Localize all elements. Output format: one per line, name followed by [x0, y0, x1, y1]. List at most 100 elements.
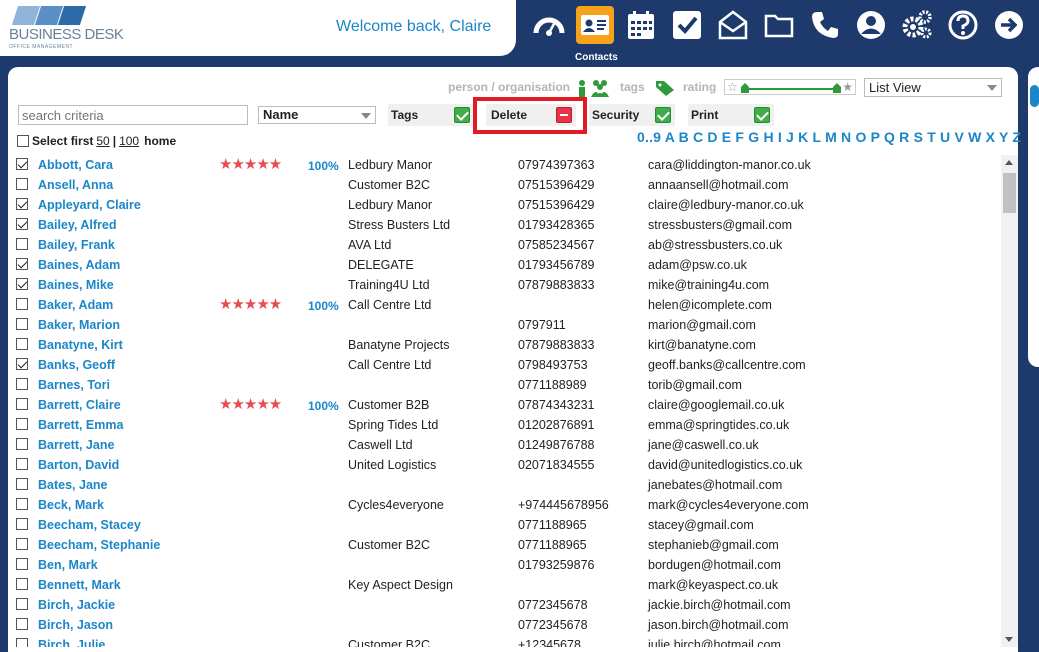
contact-name[interactable]: Barnes, Tori — [38, 375, 110, 395]
row-checkbox[interactable] — [16, 238, 28, 250]
table-row[interactable]: Bates, Jane janebates@hotmail.com — [16, 475, 1000, 495]
select-all-checkbox[interactable] — [17, 135, 29, 147]
contact-name[interactable]: Beecham, Stephanie — [38, 535, 160, 555]
table-row[interactable]: Ansell, Anna Customer B2C 07515396429 annaa… — [16, 175, 1000, 195]
tasks-icon[interactable] — [668, 6, 706, 44]
row-checkbox[interactable] — [16, 618, 28, 630]
row-checkbox[interactable] — [16, 418, 28, 430]
security-toggle[interactable]: Security — [589, 104, 675, 126]
row-checkbox[interactable] — [16, 578, 28, 590]
table-row[interactable]: Birch, Julie Customer B2C +12345678 julie.b… — [16, 635, 1000, 647]
select-first-50-link[interactable]: 50 — [96, 134, 109, 148]
mail-icon[interactable] — [714, 6, 752, 44]
settings-icon[interactable] — [898, 6, 936, 44]
table-row[interactable]: Beecham, Stacey 0771188965 stacey@gmail.co… — [16, 515, 1000, 535]
contact-name[interactable]: Birch, Jackie — [38, 595, 115, 615]
view-mode-select[interactable]: List View — [864, 78, 1002, 97]
table-row[interactable]: Appleyard, Claire Ledbury Manor 0751539642… — [16, 195, 1000, 215]
row-checkbox[interactable] — [16, 158, 28, 170]
contact-name[interactable]: Abbott, Cara — [38, 155, 113, 175]
table-row[interactable]: Bailey, Frank AVA Ltd 07585234567 ab@stress… — [16, 235, 1000, 255]
home-link[interactable]: home — [144, 134, 176, 148]
alphabet-index[interactable]: 0..9 A B C D E F G H I J K L M N O P Q R… — [637, 129, 1021, 145]
rating-min-handle[interactable] — [741, 83, 749, 93]
row-checkbox[interactable] — [16, 378, 28, 390]
contact-name[interactable]: Ansell, Anna — [38, 175, 113, 195]
row-checkbox[interactable] — [16, 298, 28, 310]
table-row[interactable]: Abbott, Cara ★★★★★ 100% Ledbury Manor 079743… — [16, 155, 1000, 175]
table-row[interactable]: Beck, Mark Cycles4everyone +974445678956 ma… — [16, 495, 1000, 515]
contact-name[interactable]: Beecham, Stacey — [38, 515, 141, 535]
checked-icon[interactable] — [754, 107, 770, 123]
row-checkbox[interactable] — [16, 218, 28, 230]
table-row[interactable]: Baines, Mike Training4U Ltd 07879883833 mik… — [16, 275, 1000, 295]
checked-icon[interactable] — [454, 107, 470, 123]
table-row[interactable]: Baines, Adam DELEGATE 01793456789 adam@psw.… — [16, 255, 1000, 275]
help-icon[interactable] — [944, 6, 982, 44]
row-checkbox[interactable] — [16, 358, 28, 370]
contact-name[interactable]: Bennett, Mark — [38, 575, 121, 595]
contact-name[interactable]: Barrett, Jane — [38, 435, 114, 455]
sort-select[interactable]: Name — [258, 106, 376, 124]
table-row[interactable]: Banks, Geoff Call Centre Ltd 0798493753 geo… — [16, 355, 1000, 375]
table-row[interactable]: Bailey, Alfred Stress Busters Ltd 01793428… — [16, 215, 1000, 235]
row-checkbox[interactable] — [16, 598, 28, 610]
contact-name[interactable]: Banatyne, Kirt — [38, 335, 123, 355]
table-row[interactable]: Baker, Marion 0797911 marion@gmail.com — [16, 315, 1000, 335]
contact-name[interactable]: Baker, Marion — [38, 315, 120, 335]
table-row[interactable]: Barrett, Claire ★★★★★ 100% Customer B2B 0787… — [16, 395, 1000, 415]
contact-name[interactable]: Appleyard, Claire — [38, 195, 141, 215]
phone-icon[interactable] — [806, 6, 844, 44]
row-checkbox[interactable] — [16, 458, 28, 470]
row-checkbox[interactable] — [16, 278, 28, 290]
table-row[interactable]: Barton, David United Logistics 02071834555… — [16, 455, 1000, 475]
tags-toggle[interactable]: Tags — [388, 104, 474, 126]
row-checkbox[interactable] — [16, 338, 28, 350]
user-icon[interactable] — [852, 6, 890, 44]
contact-name[interactable]: Ben, Mark — [38, 555, 98, 575]
row-checkbox[interactable] — [16, 198, 28, 210]
row-checkbox[interactable] — [16, 478, 28, 490]
calendar-icon[interactable] — [622, 6, 660, 44]
tag-icon[interactable] — [655, 79, 675, 97]
business-desk-logo[interactable]: BUSINESS DESK OFFICE MANAGEMENT — [9, 6, 124, 50]
rating-range-slider[interactable]: ☆ ★ — [724, 79, 856, 95]
table-row[interactable]: Bennett, Mark Key Aspect Design mark@keyas… — [16, 575, 1000, 595]
table-row[interactable]: Ben, Mark 01793259876 bordugen@hotmail.com — [16, 555, 1000, 575]
contact-name[interactable]: Baines, Adam — [38, 255, 120, 275]
scrollbar-thumb[interactable] — [1003, 173, 1016, 213]
contact-name[interactable]: Barton, David — [38, 455, 119, 475]
row-checkbox[interactable] — [16, 258, 28, 270]
search-input[interactable] — [18, 105, 248, 125]
contact-name[interactable]: Baines, Mike — [38, 275, 114, 295]
contact-name[interactable]: Bailey, Frank — [38, 235, 115, 255]
table-row[interactable]: Barrett, Jane Caswell Ltd 01249876788 jane@… — [16, 435, 1000, 455]
scroll-up-icon[interactable] — [1005, 160, 1013, 165]
table-row[interactable]: Barrett, Emma Spring Tides Ltd 01202876891… — [16, 415, 1000, 435]
row-checkbox[interactable] — [16, 498, 28, 510]
table-row[interactable]: Birch, Jackie 0772345678 jackie.birch@hotm… — [16, 595, 1000, 615]
checked-icon[interactable] — [655, 107, 671, 123]
contact-name[interactable]: Birch, Jason — [38, 615, 113, 635]
contacts-icon[interactable] — [576, 6, 614, 44]
contact-name[interactable]: Baker, Adam — [38, 295, 113, 315]
row-checkbox[interactable] — [16, 558, 28, 570]
print-toggle[interactable]: Print — [688, 104, 774, 126]
folder-icon[interactable] — [760, 6, 798, 44]
contact-name[interactable]: Barrett, Claire — [38, 395, 121, 415]
row-checkbox[interactable] — [16, 638, 28, 647]
row-checkbox[interactable] — [16, 398, 28, 410]
contact-name[interactable]: Bates, Jane — [38, 475, 107, 495]
table-row[interactable]: Beecham, Stephanie Customer B2C 0771188965… — [16, 535, 1000, 555]
row-checkbox[interactable] — [16, 538, 28, 550]
contact-name[interactable]: Birch, Julie — [38, 635, 105, 647]
contact-name[interactable]: Beck, Mark — [38, 495, 104, 515]
contact-name[interactable]: Banks, Geoff — [38, 355, 115, 375]
row-checkbox[interactable] — [16, 518, 28, 530]
table-row[interactable]: Barnes, Tori 0771188989 torib@gmail.com — [16, 375, 1000, 395]
person-organisation-icon[interactable] — [576, 79, 612, 97]
row-checkbox[interactable] — [16, 178, 28, 190]
contact-name[interactable]: Barrett, Emma — [38, 415, 123, 435]
row-checkbox[interactable] — [16, 318, 28, 330]
row-checkbox[interactable] — [16, 438, 28, 450]
